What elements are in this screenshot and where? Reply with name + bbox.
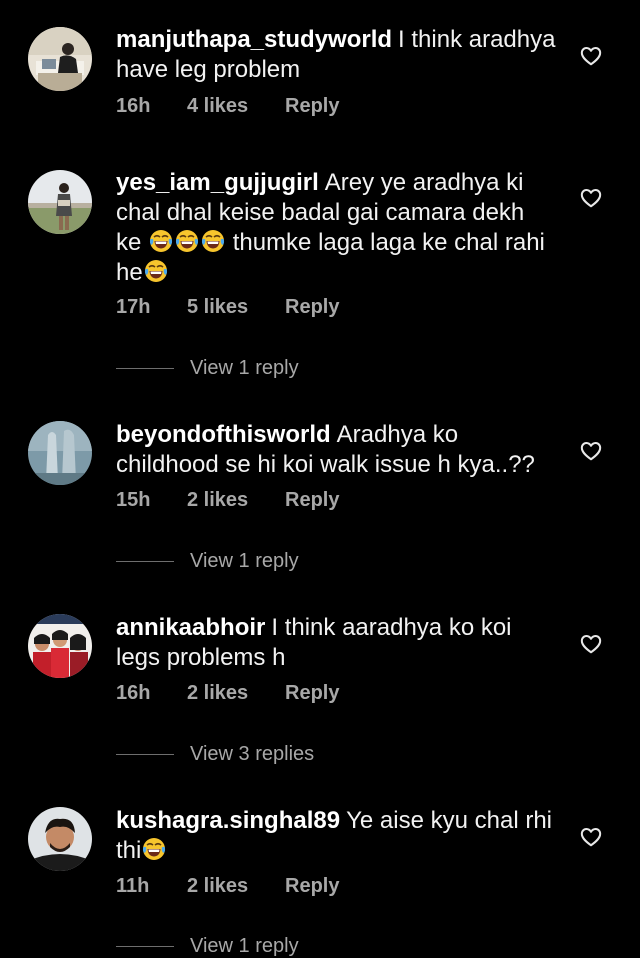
- view-replies-button[interactable]: View 1 reply: [116, 550, 299, 573]
- reply-button[interactable]: Reply: [285, 489, 339, 512]
- avatar[interactable]: [28, 614, 92, 678]
- comment-time: 17h: [116, 296, 151, 318]
- face-with-tears-of-joy-icon: [142, 837, 166, 861]
- comment-meta: 16h 4 likes Reply: [116, 95, 339, 118]
- view-replies-label: View 1 reply: [190, 357, 299, 379]
- reply-button[interactable]: Reply: [285, 682, 339, 705]
- view-replies-label: View 3 replies: [190, 743, 315, 765]
- view-replies-button[interactable]: View 1 reply: [116, 357, 299, 380]
- replies-divider: [116, 946, 174, 947]
- avatar[interactable]: [28, 27, 92, 91]
- comment-meta: 17h 5 likes Reply: [116, 296, 339, 319]
- avatar[interactable]: [28, 421, 92, 485]
- comment-body: kushagra.singhal89 Ye aise kyu chal rhi t…: [116, 806, 556, 866]
- comment-username[interactable]: annikaabhoir: [116, 614, 265, 641]
- comment-username[interactable]: beyondofthisworld: [116, 421, 331, 448]
- comment-meta: 15h 2 likes Reply: [116, 489, 339, 512]
- comment-likes[interactable]: 4 likes: [187, 95, 285, 118]
- face-with-tears-of-joy-icon: [201, 229, 225, 253]
- comment-body: beyondofthisworld Aradhya ko childhood se…: [116, 420, 556, 480]
- heart-outline-icon[interactable]: [580, 633, 602, 655]
- comment-likes[interactable]: 2 likes: [187, 875, 285, 898]
- face-with-tears-of-joy-icon: [144, 259, 168, 283]
- heart-outline-icon[interactable]: [580, 45, 602, 67]
- replies-divider: [116, 368, 174, 369]
- reply-button[interactable]: Reply: [285, 95, 339, 118]
- replies-divider: [116, 754, 174, 755]
- heart-outline-icon[interactable]: [580, 187, 602, 209]
- heart-outline-icon[interactable]: [580, 440, 602, 462]
- comment-likes[interactable]: 2 likes: [187, 682, 285, 705]
- avatar[interactable]: [28, 807, 92, 871]
- reply-button[interactable]: Reply: [285, 875, 339, 898]
- replies-divider: [116, 561, 174, 562]
- view-replies-button[interactable]: View 3 replies: [116, 743, 314, 766]
- comment-username[interactable]: yes_iam_gujjugirl: [116, 169, 319, 196]
- comment-time: 11h: [116, 875, 150, 897]
- comment-time: 15h: [116, 489, 151, 511]
- comment-body: manjuthapa_studyworld I think aradhya hav…: [116, 25, 556, 85]
- comment-time: 16h: [116, 682, 151, 704]
- comment-meta: 11h 2 likes Reply: [116, 875, 339, 898]
- comment-username[interactable]: kushagra.singhal89: [116, 807, 340, 834]
- heart-outline-icon[interactable]: [580, 826, 602, 848]
- face-with-tears-of-joy-icon: [175, 229, 199, 253]
- comment-likes[interactable]: 5 likes: [187, 296, 285, 319]
- comment-time: 16h: [116, 95, 151, 117]
- comment-username[interactable]: manjuthapa_studyworld: [116, 26, 392, 53]
- comment-body: yes_iam_gujjugirl Arey ye aradhya ki chal…: [116, 168, 556, 288]
- face-with-tears-of-joy-icon: [149, 229, 173, 253]
- view-replies-label: View 1 reply: [190, 550, 299, 572]
- avatar[interactable]: [28, 170, 92, 234]
- comment-meta: 16h 2 likes Reply: [116, 682, 339, 705]
- reply-button[interactable]: Reply: [285, 296, 339, 319]
- comment-likes[interactable]: 2 likes: [187, 489, 285, 512]
- comment-body: annikaabhoir I think aaradhya ko koi legs…: [116, 613, 556, 673]
